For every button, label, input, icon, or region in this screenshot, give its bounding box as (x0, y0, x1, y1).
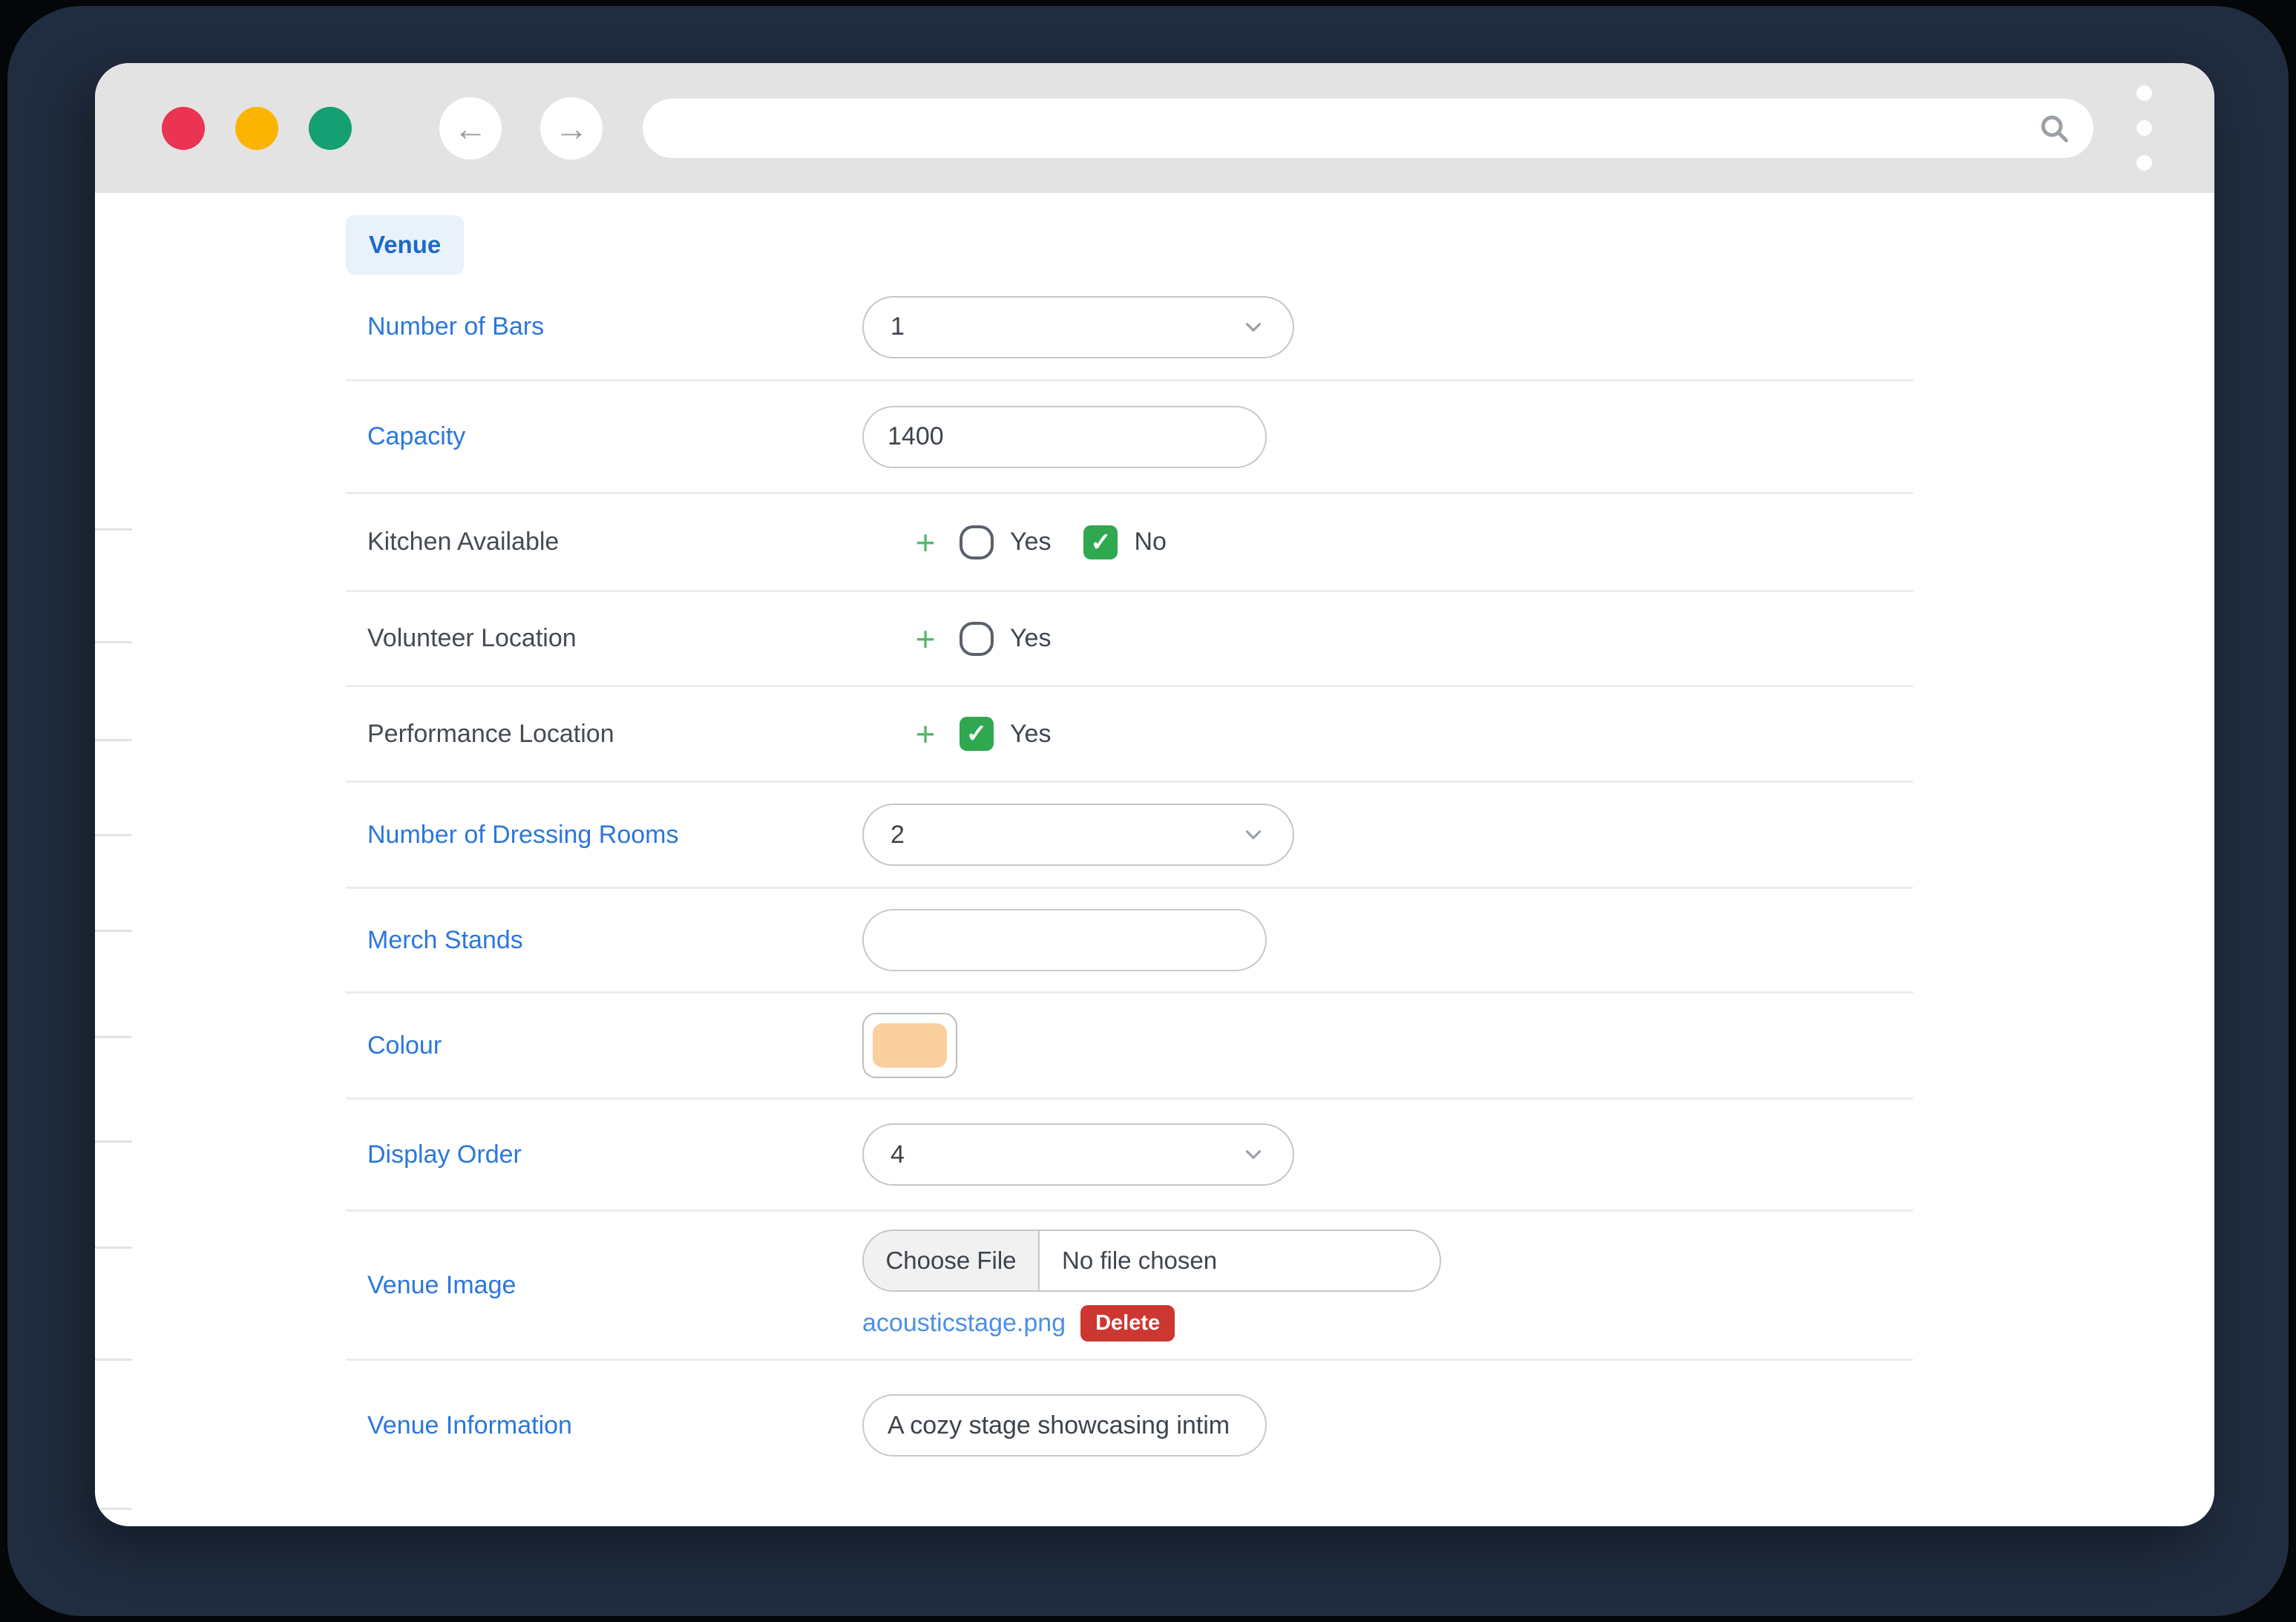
field-label[interactable]: Number of Bars (346, 312, 862, 341)
uploaded-file-row: acousticstage.png Delete (862, 1305, 1441, 1342)
row-performance-location: Performance Location + ✓ Yes (346, 687, 1913, 783)
row-separator-stub (95, 1359, 132, 1361)
maximize-window-button[interactable] (309, 107, 352, 150)
row-kitchen-available: Kitchen Available + Yes ✓ No (346, 494, 1913, 592)
traffic-lights (162, 107, 352, 150)
venue-information-input[interactable] (862, 1394, 1267, 1457)
field-label[interactable]: Display Order (346, 1140, 862, 1169)
checkbox-checked[interactable]: ✓ (1083, 525, 1118, 559)
back-arrow-icon: ← (453, 108, 488, 148)
number-of-bars-select[interactable]: 1 (862, 296, 1294, 358)
row-separator-stub (95, 1140, 132, 1143)
chevron-down-icon (1241, 1142, 1266, 1167)
field-label[interactable]: Number of Dressing Rooms (346, 821, 862, 850)
option-no[interactable]: ✓ No (1083, 525, 1166, 559)
row-separator-stub (95, 834, 132, 836)
row-volunteer-location: Volunteer Location + Yes (346, 592, 1913, 687)
tab-venue[interactable]: Venue (346, 215, 464, 275)
forward-arrow-icon: → (554, 108, 588, 148)
chevron-down-icon (1241, 822, 1266, 847)
nav-buttons: ← → (439, 97, 603, 160)
venue-image-field: Choose File No file chosen acousticstage… (862, 1229, 1441, 1342)
search-icon[interactable] (2037, 111, 2071, 145)
row-capacity: Capacity (346, 381, 1913, 494)
option-yes[interactable]: Yes (960, 525, 1051, 559)
field-label[interactable]: Venue Information (346, 1411, 862, 1440)
field-label[interactable]: Capacity (346, 422, 862, 451)
select-value: 1 (890, 312, 905, 341)
option-yes[interactable]: Yes (960, 622, 1051, 656)
row-separator-stub (95, 641, 132, 643)
row-colour: Colour (346, 994, 1913, 1100)
select-value: 4 (890, 1140, 905, 1169)
close-window-button[interactable] (162, 107, 205, 150)
row-display-order: Display Order 4 (346, 1100, 1913, 1212)
field-label[interactable]: Colour (346, 1031, 862, 1060)
choose-file-button[interactable]: Choose File (864, 1231, 1040, 1290)
row-separator-stub (95, 1036, 132, 1038)
file-input[interactable]: Choose File No file chosen (862, 1229, 1441, 1292)
browser-toolbar: ← → (95, 63, 2214, 193)
row-separator-stub (95, 739, 132, 741)
row-venue-image: Venue Image Choose File No file chosen a… (346, 1212, 1913, 1361)
file-status-text: No file chosen (1040, 1231, 1217, 1290)
kitchen-available-options: + Yes ✓ No (862, 522, 1167, 562)
row-separator-stub (95, 1247, 132, 1249)
checkbox-checked[interactable]: ✓ (960, 717, 994, 751)
row-venue-information: Venue Information (346, 1361, 1913, 1490)
select-value: 2 (890, 821, 905, 850)
field-label[interactable]: Venue Image (346, 1271, 862, 1300)
row-number-of-dressing-rooms: Number of Dressing Rooms 2 (346, 783, 1913, 889)
merch-stands-input[interactable] (862, 909, 1267, 971)
minimize-window-button[interactable] (235, 107, 278, 150)
chevron-down-icon (1241, 315, 1266, 340)
field-label: Volunteer Location (346, 624, 862, 653)
field-label: Kitchen Available (346, 528, 862, 556)
option-label: Yes (1010, 624, 1051, 653)
colour-picker-button[interactable] (862, 1013, 957, 1078)
add-option-icon[interactable]: + (905, 619, 946, 659)
capacity-input[interactable] (862, 406, 1267, 468)
checkbox-unchecked[interactable] (960, 622, 994, 656)
field-label[interactable]: Merch Stands (346, 926, 862, 955)
field-label: Performance Location (346, 720, 862, 749)
forward-button[interactable]: → (540, 97, 603, 160)
option-label: Yes (1010, 528, 1051, 556)
add-option-icon[interactable]: + (905, 522, 946, 562)
browser-window: ← → (95, 63, 2214, 1526)
page-content: Venue Number of Bars 1 Capacity (95, 215, 2214, 1526)
volunteer-location-options: + Yes (862, 619, 1051, 659)
row-separator-stub (95, 1508, 132, 1510)
performance-location-options: + ✓ Yes (862, 714, 1051, 754)
dressing-rooms-select[interactable]: 2 (862, 804, 1294, 866)
url-input[interactable] (665, 114, 2037, 142)
option-label: No (1134, 528, 1166, 556)
kebab-menu-icon[interactable] (2136, 85, 2152, 171)
checkbox-unchecked[interactable] (960, 525, 994, 559)
add-option-icon[interactable]: + (905, 714, 946, 754)
delete-file-button[interactable]: Delete (1080, 1305, 1175, 1342)
url-bar[interactable] (643, 99, 2093, 158)
display-order-select[interactable]: 4 (862, 1123, 1294, 1186)
option-label: Yes (1010, 720, 1051, 749)
row-separator-stub (95, 528, 132, 531)
venue-form: Venue Number of Bars 1 Capacity (346, 215, 1913, 1490)
row-separator-stub (95, 930, 132, 932)
row-number-of-bars: Number of Bars 1 (346, 275, 1913, 381)
colour-swatch (873, 1023, 947, 1068)
screenshot-canvas: ← → (0, 0, 2296, 1622)
row-merch-stands: Merch Stands (346, 889, 1913, 994)
option-yes[interactable]: ✓ Yes (960, 717, 1051, 751)
back-button[interactable]: ← (439, 97, 502, 160)
uploaded-file-link[interactable]: acousticstage.png (862, 1309, 1066, 1338)
